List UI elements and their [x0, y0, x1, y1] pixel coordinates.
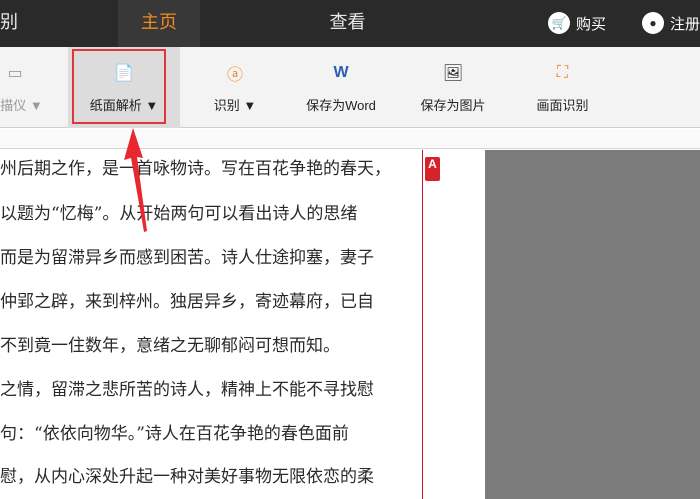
red-arrow [124, 128, 147, 232]
